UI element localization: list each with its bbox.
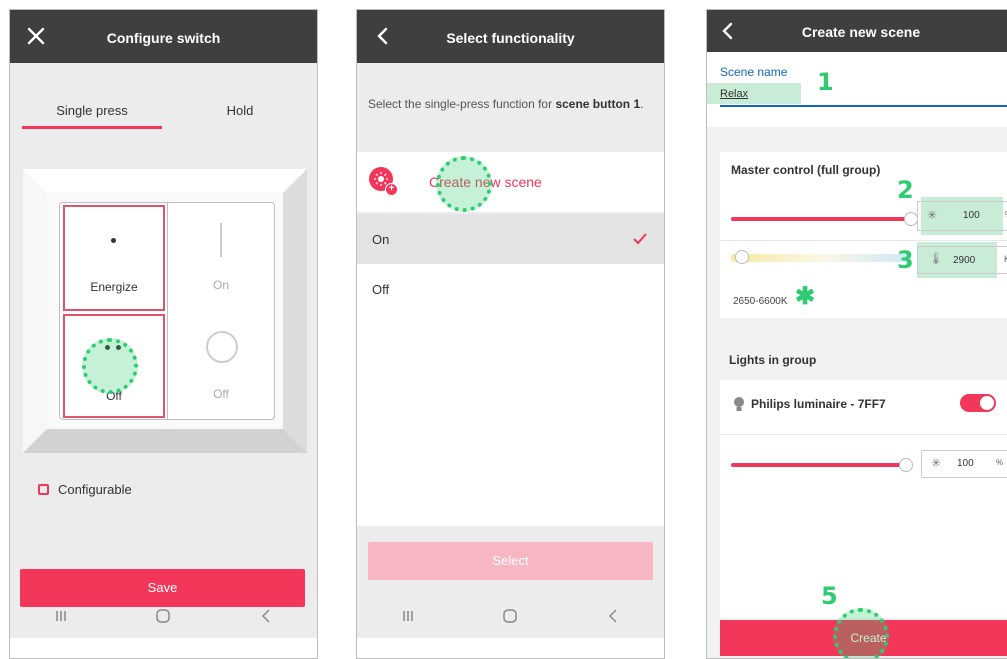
light-toggle[interactable] bbox=[960, 394, 996, 412]
home-icon[interactable] bbox=[495, 604, 525, 628]
light-brightness-slider-fill bbox=[731, 463, 906, 467]
temperature-box[interactable]: 🌡 2900 K bbox=[917, 246, 1007, 274]
tab-label: Single press bbox=[56, 103, 128, 118]
annotation-number: 2 bbox=[897, 176, 914, 204]
master-control-title: Master control (full group) bbox=[731, 163, 881, 177]
page-title: Configure switch bbox=[106, 30, 221, 46]
light-brightness-slider[interactable] bbox=[731, 458, 913, 472]
sun-icon: ✳ bbox=[931, 456, 942, 470]
temperature-value: 2900 bbox=[953, 255, 976, 266]
option-off[interactable]: Off bbox=[357, 264, 664, 314]
off-button-right[interactable]: Off bbox=[169, 314, 273, 418]
select-functionality-screen: Select functionality Select the single-p… bbox=[356, 9, 665, 659]
master-control-card: Master control (full group) 2650-6600K bbox=[720, 152, 1007, 318]
scene-name-value: Relax bbox=[720, 88, 749, 100]
light-name: Philips luminaire - 7FF7 bbox=[751, 397, 886, 411]
energize-button[interactable]: Energize bbox=[63, 205, 165, 311]
top-bar: Select functionality bbox=[357, 10, 664, 63]
square-icon bbox=[38, 484, 49, 495]
checkmark-icon bbox=[633, 233, 647, 245]
tap-indicator bbox=[436, 156, 492, 212]
scene-add-icon: + bbox=[369, 167, 399, 197]
empty-area bbox=[720, 488, 1007, 618]
create-scene-row[interactable]: + Create new scene bbox=[357, 152, 664, 212]
button-label: On bbox=[212, 278, 229, 292]
light-brightness-value: 100 bbox=[957, 458, 974, 469]
light-brightness-box[interactable]: ✳ 100 % bbox=[921, 450, 1007, 478]
thermometer-icon: 🌡 bbox=[929, 253, 943, 265]
page-title: Create new scene bbox=[801, 24, 921, 40]
recent-apps-icon[interactable] bbox=[46, 604, 76, 628]
annotation-number: 3 bbox=[897, 246, 914, 274]
temperature-range: 2650-6600K bbox=[733, 296, 788, 307]
tab-hold[interactable]: Hold bbox=[170, 64, 310, 129]
button-label: Off bbox=[213, 387, 229, 401]
home-icon[interactable] bbox=[148, 604, 178, 628]
switch-divider bbox=[167, 202, 168, 420]
select-button[interactable]: Select bbox=[368, 542, 653, 580]
top-bar: Configure switch bbox=[10, 10, 317, 63]
page-title: Select functionality bbox=[446, 30, 575, 46]
dot-icon bbox=[111, 238, 116, 243]
tab-underline bbox=[22, 126, 162, 129]
annotation-number: 1 bbox=[817, 68, 834, 96]
light-divider bbox=[720, 434, 1007, 435]
lights-title: Lights in group bbox=[729, 353, 817, 367]
switch-frame: Energize On Off Off bbox=[23, 169, 307, 453]
brightness-value: 100 bbox=[963, 210, 980, 221]
description: Select the single-press function for sce… bbox=[368, 97, 653, 112]
back-icon[interactable] bbox=[251, 604, 281, 628]
button-label: Energize bbox=[90, 280, 138, 294]
light-brightness-unit: % bbox=[996, 458, 1004, 467]
light-brightness-slider-knob[interactable] bbox=[899, 458, 913, 472]
configurable-label: Configurable bbox=[58, 482, 132, 497]
brightness-slider[interactable] bbox=[731, 212, 918, 226]
bottom-strip bbox=[10, 638, 317, 658]
recent-apps-icon[interactable] bbox=[393, 604, 423, 628]
android-nav-bar bbox=[357, 595, 664, 637]
description-suffix: . bbox=[640, 97, 644, 111]
sun-icon: ✳ bbox=[927, 208, 938, 222]
android-nav-bar bbox=[10, 595, 317, 637]
brightness-slider-fill bbox=[731, 217, 911, 221]
on-button[interactable]: On bbox=[169, 205, 273, 311]
brightness-slider-knob[interactable] bbox=[904, 212, 918, 226]
temperature-slider-knob[interactable] bbox=[735, 250, 749, 264]
option-label: Off bbox=[372, 282, 390, 297]
circle-icon bbox=[206, 331, 238, 363]
tab-single-press[interactable]: Single press bbox=[22, 64, 162, 129]
option-on[interactable]: On bbox=[357, 214, 664, 264]
tap-indicator bbox=[82, 338, 138, 394]
tap-indicator bbox=[833, 608, 889, 658]
toggle-knob bbox=[980, 396, 994, 410]
brightness-box[interactable]: ✳ 100 % bbox=[917, 201, 1007, 231]
description-bold: scene button 1 bbox=[555, 97, 641, 111]
scene-name-label: Scene name bbox=[720, 65, 788, 79]
master-divider bbox=[720, 240, 1007, 241]
asterisk-icon: ✱ bbox=[795, 283, 816, 310]
bottom-strip bbox=[357, 638, 664, 658]
option-label: On bbox=[372, 232, 390, 247]
description-prefix: Select the single-press function for bbox=[368, 97, 556, 111]
temperature-slider[interactable] bbox=[731, 250, 911, 264]
top-bar: Create new scene bbox=[707, 10, 1007, 52]
configure-switch-screen: Configure switch Single press Hold Energ… bbox=[9, 9, 318, 659]
line-icon bbox=[220, 223, 222, 257]
annotation-number: 5 bbox=[821, 582, 838, 610]
tab-label: Hold bbox=[226, 103, 254, 118]
back-icon[interactable] bbox=[598, 604, 628, 628]
bulb-icon bbox=[734, 397, 744, 411]
list-background bbox=[357, 314, 664, 526]
scene-name-input[interactable]: Relax bbox=[720, 85, 1007, 107]
create-new-scene-screen: Create new scene Scene name Relax 1 Mast… bbox=[706, 9, 1007, 659]
